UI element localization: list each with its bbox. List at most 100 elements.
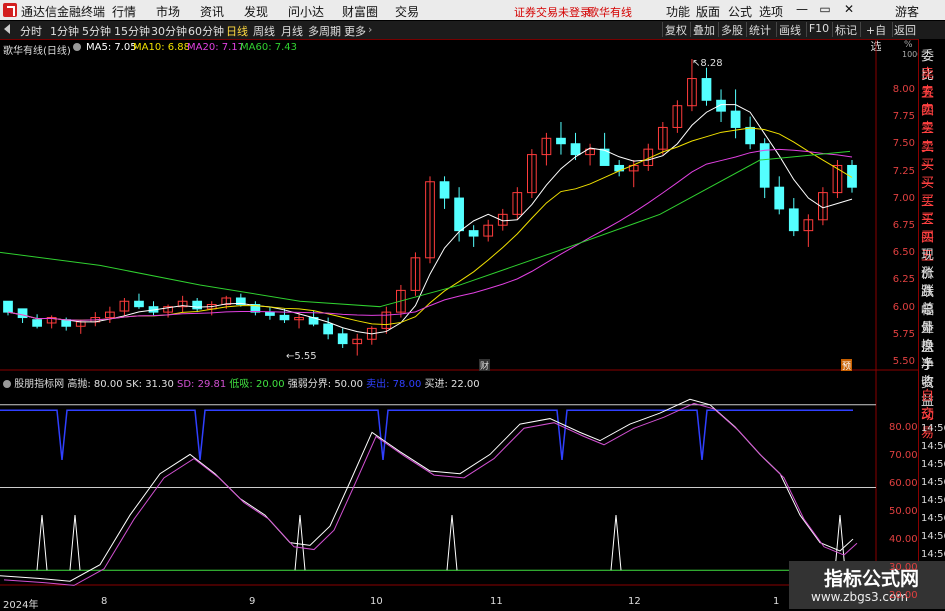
buy-spike xyxy=(610,515,622,571)
indicator-header: 股朋指标网 高抛: 80.00 SK: 31.30 SD: 29.81 低吸: … xyxy=(3,375,480,390)
minimize-button[interactable]: — xyxy=(793,2,811,18)
price-tick: 7.50 xyxy=(892,138,915,150)
indicator-tick: 30.00 xyxy=(889,562,918,573)
buy-spike xyxy=(294,515,306,571)
multi-stock-button[interactable]: 多股 xyxy=(718,22,745,37)
tab-5min[interactable]: 5分钟 xyxy=(82,23,111,39)
candle-body xyxy=(570,143,581,156)
tab-monthly[interactable]: 月线 xyxy=(281,23,303,39)
menu-discover[interactable]: 发现 xyxy=(244,3,268,20)
ma60-line xyxy=(0,150,851,308)
side-trade-time: 14:56 xyxy=(921,531,945,542)
candle-body xyxy=(745,126,756,145)
indicator-tick: 50.00 xyxy=(889,506,918,517)
app-logo-icon xyxy=(3,3,17,17)
more-chevron-icon[interactable]: › xyxy=(368,23,372,36)
side-trade-time: 14:56 xyxy=(921,423,945,434)
menu-layout[interactable]: 版面 xyxy=(696,3,720,20)
side-trade-time: 14:56 xyxy=(921,441,945,452)
candle-body xyxy=(265,311,275,316)
tab-15min[interactable]: 15分钟 xyxy=(114,23,150,39)
indicator-tick: 20.00 xyxy=(889,590,918,601)
candle-body xyxy=(279,314,290,321)
tab-weekly[interactable]: 周线 xyxy=(253,23,275,39)
price-tick: 7.25 xyxy=(892,165,915,177)
quote-side-panel: 委比 卖五 卖四 卖三 卖二 卖一 买一 买二 买三 买四 买五 现价 涨跌 涨幅 总量 外盘 换手 净资 收益 自动… xyxy=(918,39,945,609)
indicator-param: 卖出: 78.00 xyxy=(366,379,425,390)
close-button[interactable]: ✕ xyxy=(840,2,858,18)
tab-1min[interactable]: 1分钟 xyxy=(50,23,79,39)
tab-more[interactable]: 更多 xyxy=(344,23,366,39)
indicator-param: 低吸: 20.00 xyxy=(229,379,288,390)
menu-quotes[interactable]: 行情 xyxy=(112,3,136,20)
menu-wealth-circle[interactable]: 财富圈 xyxy=(342,3,378,20)
side-trade-time: 14:56 xyxy=(921,477,945,488)
menu-news[interactable]: 资讯 xyxy=(200,3,224,20)
candle-body xyxy=(192,300,203,310)
date-tick: 1 xyxy=(773,596,780,607)
buy-spike xyxy=(69,515,81,571)
kline-chart[interactable] xyxy=(0,39,918,609)
overlay-button[interactable]: 叠加 xyxy=(690,22,717,37)
title-stock-name: 歌华有线 xyxy=(588,6,632,19)
candle-body xyxy=(32,319,42,327)
restore-button[interactable]: ▭ xyxy=(816,2,834,18)
menu-options[interactable]: 选项 xyxy=(759,3,783,20)
indicator-param: 强弱分界: 50.00 xyxy=(287,379,367,390)
side-trade-time: 14:56 xyxy=(921,513,945,524)
mark-button[interactable]: 标记 xyxy=(832,22,859,37)
tab-30min[interactable]: 30分钟 xyxy=(151,23,187,39)
side-trade-button[interactable]: 交易 xyxy=(921,403,945,441)
menu-formula[interactable]: 公式 xyxy=(728,3,752,20)
side-trade-time: 14:56 xyxy=(921,495,945,506)
candle-body xyxy=(454,197,464,232)
indicator-tick: 40.00 xyxy=(889,534,918,545)
candle-body xyxy=(439,181,450,199)
buy-spike xyxy=(36,515,48,571)
stats-button[interactable]: 统计 xyxy=(746,22,773,37)
adjust-button[interactable]: 复权 xyxy=(662,22,689,37)
price-tick: 6.25 xyxy=(892,274,915,286)
tab-timeshare[interactable]: 分时 xyxy=(20,23,42,39)
nav-left-icon[interactable] xyxy=(4,24,10,34)
low-value: 5.55 xyxy=(294,351,317,362)
price-tick: 6.00 xyxy=(892,301,915,313)
add-favorite-button[interactable]: +自选 xyxy=(860,22,891,53)
user-guest[interactable]: 游客 xyxy=(895,3,919,20)
forecast-badge[interactable]: 预 xyxy=(841,359,852,372)
indicator-tick: 70.00 xyxy=(889,450,918,461)
date-tick: 12 xyxy=(628,596,641,607)
financial-report-badge[interactable]: 财 xyxy=(479,359,490,372)
candle-body xyxy=(556,137,566,145)
menu-trade[interactable]: 交易 xyxy=(395,3,419,20)
app-name: 通达信金融终端 xyxy=(21,5,106,19)
menu-function[interactable]: 功能 xyxy=(666,3,690,20)
indicator-settings-icon[interactable] xyxy=(3,380,11,388)
date-tick: 11 xyxy=(490,596,503,607)
date-tick: 10 xyxy=(370,596,383,607)
tab-multi-period[interactable]: 多周期 xyxy=(308,23,341,39)
candle-body xyxy=(323,323,334,335)
period-toolbar: 分时 1分钟 5分钟 15分钟 30分钟 60分钟 日线 周线 月线 多周期 更… xyxy=(0,21,945,53)
back-button[interactable]: 返回 xyxy=(892,22,917,37)
buy-spike xyxy=(446,515,458,571)
f10-button[interactable]: F10 xyxy=(806,22,831,37)
tab-60min[interactable]: 60分钟 xyxy=(188,23,224,39)
candle-body xyxy=(701,78,712,101)
draw-button[interactable]: 画线 xyxy=(776,22,803,37)
candle-body xyxy=(134,300,144,308)
tab-daily[interactable]: 日线 xyxy=(226,23,248,39)
price-tick: 7.00 xyxy=(892,192,915,204)
side-trade-time: 14:56 xyxy=(921,459,945,470)
menu-ask-xiaoda[interactable]: 问小达 xyxy=(288,3,324,20)
candle-body xyxy=(17,308,28,319)
candle-body xyxy=(3,300,13,313)
sd-line xyxy=(3,402,858,586)
login-notice[interactable]: 证券交易未登录 xyxy=(514,4,591,20)
low-price-label: ←5.55 xyxy=(286,351,317,362)
menu-market[interactable]: 市场 xyxy=(156,3,180,20)
indicator-param: 买进: 22.00 xyxy=(424,379,480,390)
date-tick: 8 xyxy=(101,596,108,607)
site-watermark: 指标公式网 www.zbgs3.com xyxy=(789,561,945,609)
indicator-param: SD: 29.81 xyxy=(177,379,230,390)
